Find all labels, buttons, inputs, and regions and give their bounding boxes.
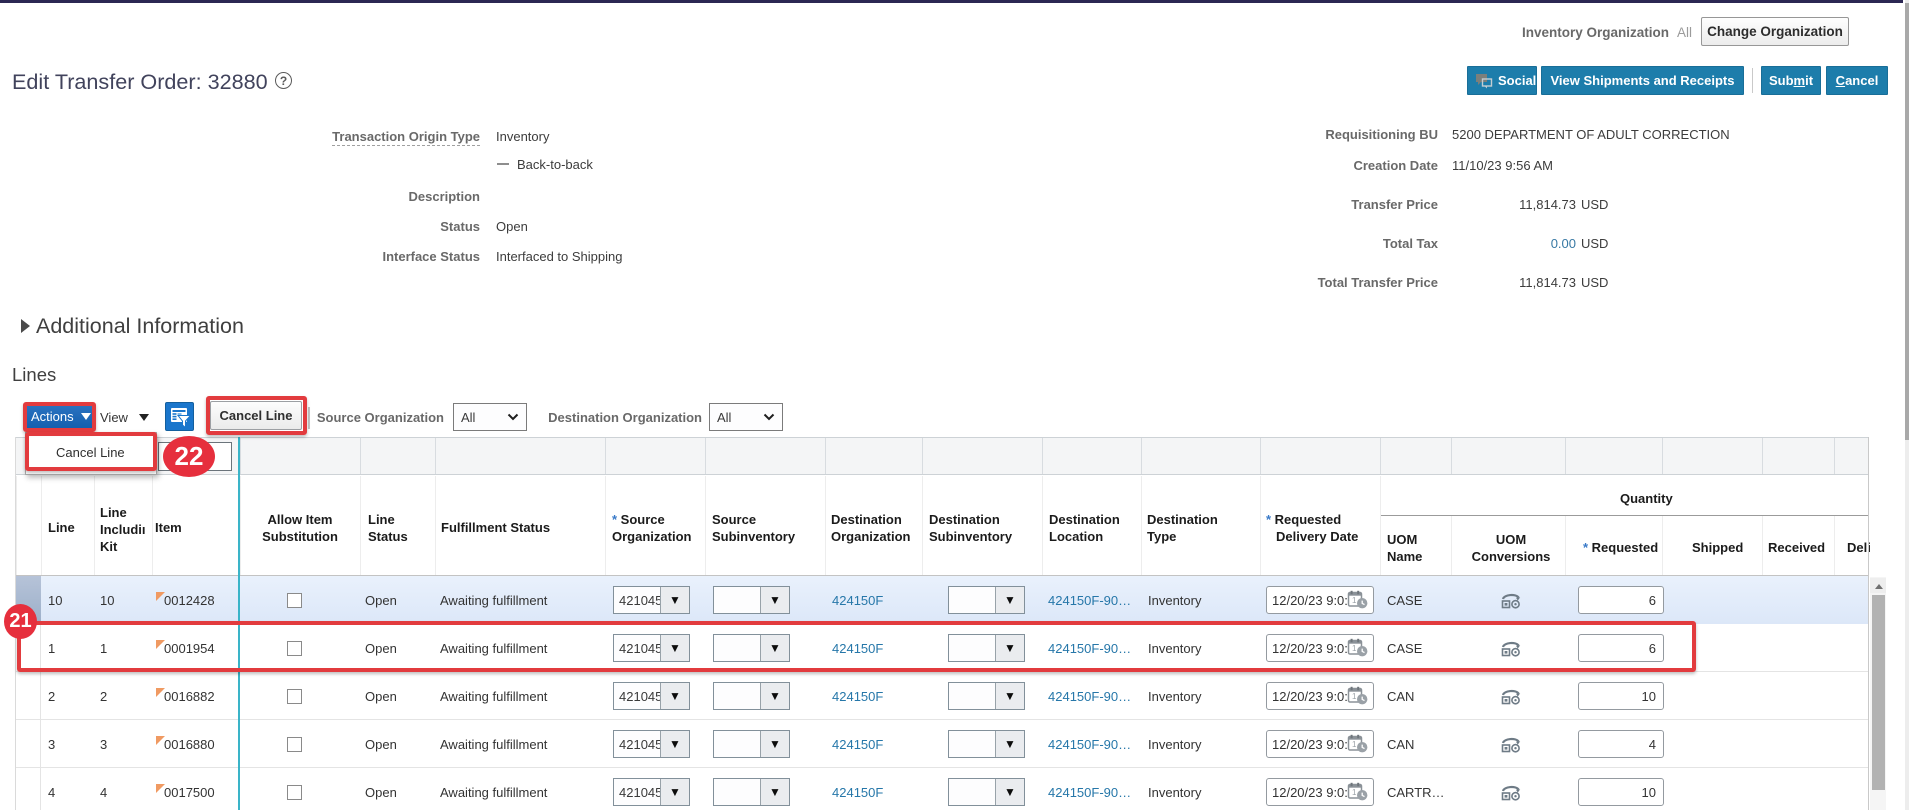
svg-text:1: 1 [1352,692,1357,701]
svg-text:1: 1 [1352,788,1357,797]
svg-text:1: 1 [1352,740,1357,749]
svg-text:1: 1 [1352,596,1357,605]
